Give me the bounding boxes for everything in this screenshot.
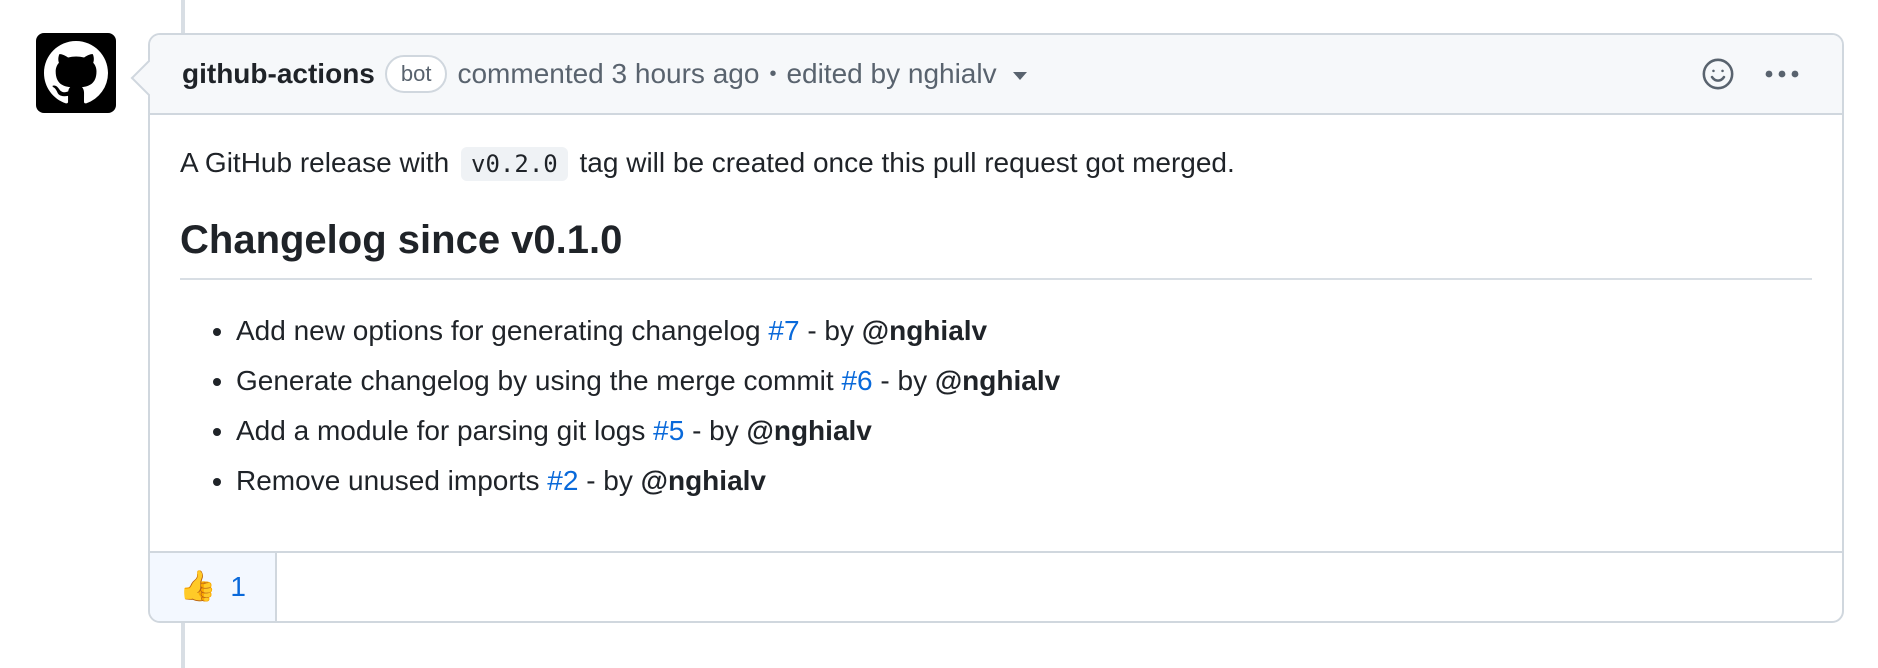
by-label: - by	[880, 365, 928, 396]
pr-comment: github-actions bot commented 3 hours ago…	[148, 33, 1844, 623]
bot-badge: bot	[384, 55, 448, 93]
user-mention[interactable]: @nghialv	[935, 365, 1060, 396]
user-mention[interactable]: @nghialv	[862, 315, 987, 346]
changelog-list: Add new options for generating changelog…	[180, 310, 1812, 501]
author-avatar[interactable]	[36, 33, 116, 113]
changelog-item: Add a module for parsing git logs #5 - b…	[236, 410, 1812, 451]
pr-link[interactable]: #2	[547, 465, 578, 496]
by-label: - by	[807, 315, 855, 346]
meta-separator: •	[769, 62, 777, 85]
add-reaction-button[interactable]	[1698, 54, 1738, 94]
intro-text-after: tag will be created once this pull reque…	[579, 147, 1235, 178]
changelog-item-text: Add a module for parsing git logs	[236, 415, 646, 446]
by-label: - by	[692, 415, 739, 446]
pr-link[interactable]: #6	[841, 365, 872, 396]
thumbs-up-reaction-button[interactable]: 👍 1	[150, 553, 277, 621]
by-label: - by	[586, 465, 633, 496]
changelog-item-text: Add new options for generating changelog	[236, 315, 761, 346]
comment-options-button[interactable]	[1762, 54, 1802, 94]
pr-link[interactable]: #5	[653, 415, 684, 446]
intro-paragraph: A GitHub release with v0.2.0 tag will be…	[180, 143, 1812, 184]
caret-down-icon[interactable]	[1012, 72, 1027, 80]
smiley-icon	[1702, 58, 1734, 90]
user-mention[interactable]: @nghialv	[641, 465, 766, 496]
author-link[interactable]: github-actions	[182, 58, 375, 90]
comment-header-actions	[1698, 54, 1802, 94]
pr-link[interactable]: #7	[768, 315, 799, 346]
changelog-heading: Changelog since v0.1.0	[180, 212, 1812, 280]
changelog-item: Generate changelog by using the merge co…	[236, 360, 1812, 401]
comment-body: A GitHub release with v0.2.0 tag will be…	[150, 115, 1842, 501]
changelog-item: Add new options for generating changelog…	[236, 310, 1812, 351]
user-mention[interactable]: @nghialv	[747, 415, 872, 446]
edited-by-label[interactable]: edited by nghialv	[786, 58, 996, 90]
comment-header: github-actions bot commented 3 hours ago…	[150, 35, 1842, 115]
changelog-item-text: Remove unused imports	[236, 465, 540, 496]
reaction-count: 1	[230, 571, 246, 602]
reactions-bar: 👍 1	[150, 551, 1842, 621]
thumbs-up-icon: 👍	[179, 570, 217, 603]
release-tag-code: v0.2.0	[461, 147, 568, 181]
kebab-horizontal-icon	[1765, 70, 1799, 78]
intro-text-before: A GitHub release with	[180, 147, 450, 178]
github-octocat-icon	[44, 41, 108, 104]
changelog-item-text: Generate changelog by using the merge co…	[236, 365, 834, 396]
changelog-item: Remove unused imports #2 - by @nghialv	[236, 460, 1812, 501]
comment-timestamp[interactable]: commented 3 hours ago	[457, 58, 759, 90]
